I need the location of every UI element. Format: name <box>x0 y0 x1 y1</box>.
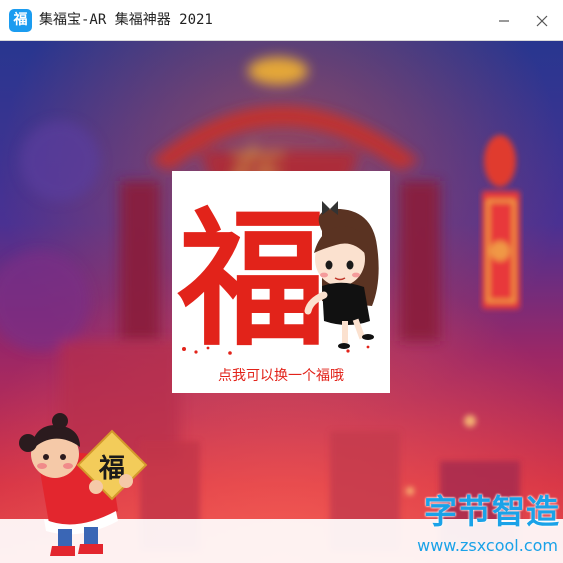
minimize-icon <box>499 19 509 22</box>
card-caption: 点我可以换一个福哦 <box>218 368 344 384</box>
watermark-brand: 字节智造 <box>424 492 560 531</box>
title-bar[interactable]: 福 集福宝-AR 集福神器 2021 <box>0 0 563 41</box>
app-logo-icon: 福 <box>9 9 32 32</box>
minimize-button[interactable] <box>484 0 524 41</box>
festive-background: 在 <box>0 41 563 563</box>
fu-character: 福 <box>177 192 326 366</box>
fu-card-button[interactable]: 福 点我可以换一个福哦 <box>172 171 390 393</box>
window-title: 集福宝-AR 集福神器 2021 <box>39 12 213 28</box>
app-window: 福 集福宝-AR 集福神器 2021 福 福 点我可以换一个福哦 字节智造 ww… <box>0 0 563 563</box>
close-button[interactable] <box>522 0 562 41</box>
watermark-url: www.zsxcool.com <box>417 536 558 555</box>
fu-card-art: 福 <box>177 192 379 366</box>
close-icon <box>536 15 548 26</box>
